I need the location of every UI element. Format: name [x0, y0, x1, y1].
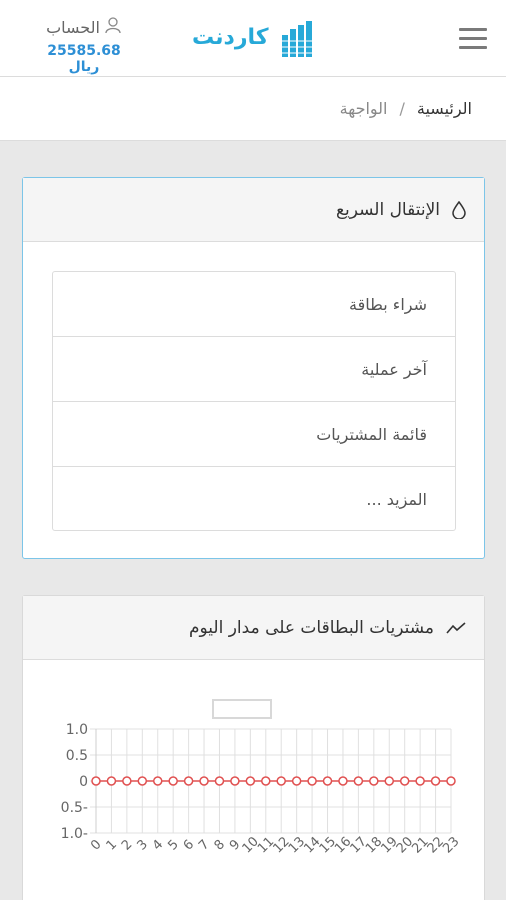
- account-label: الحساب: [46, 17, 100, 37]
- breadcrumb-current: الواجهة: [339, 99, 388, 118]
- data-point: [399, 776, 410, 786]
- logo-text: كاردنت: [192, 25, 269, 50]
- quick-nav-list: شراء بطاقة آخر عملية قائمة المشتريات الم…: [52, 271, 456, 531]
- quick-nav-item-more[interactable]: المزيد ...: [53, 467, 455, 530]
- data-point: [415, 776, 425, 786]
- data-point: [369, 776, 379, 786]
- purchases-chart-card: مشتريات البطاقات على مدار اليوم 1.0 0.5 0 0…: [22, 595, 485, 900]
- purchases-line-chart: 1.00.500.5-1.0-0123456789101112131415161…: [61, 722, 463, 857]
- breadcrumb: الرئيسية / الواجهة: [0, 77, 506, 141]
- data-point: [245, 776, 256, 786]
- x-tick-label: 5: [165, 837, 181, 853]
- data-point: [430, 776, 441, 786]
- x-tick-label: 0: [88, 837, 104, 853]
- breadcrumb-home-link[interactable]: الرئيسية: [417, 99, 472, 118]
- quick-nav-item-purchases-list[interactable]: قائمة المشتريات: [53, 402, 455, 467]
- quick-nav-item-buy-card[interactable]: شراء بطاقة: [53, 272, 455, 337]
- data-point: [261, 776, 271, 786]
- logo[interactable]: كاردنت: [192, 21, 318, 59]
- data-point: [276, 776, 286, 786]
- data-point: [214, 776, 225, 786]
- account-summary[interactable]: الحساب 25585.68 ريال: [34, 16, 134, 75]
- x-tick-label: 2: [119, 837, 135, 853]
- x-tick-label: 3: [134, 837, 150, 853]
- quick-nav-title: الإنتقال السريع: [335, 199, 440, 220]
- line-chart-icon: [446, 621, 466, 635]
- quick-nav-item-last-transaction[interactable]: آخر عملية: [53, 337, 455, 402]
- chart-card-header: مشتريات البطاقات على مدار اليوم: [23, 596, 484, 660]
- x-tick-label: 8: [212, 837, 228, 853]
- y-tick-label: 0.5-: [61, 800, 88, 816]
- droplet-icon: [452, 200, 466, 219]
- x-tick-label: 1: [104, 837, 120, 853]
- hamburger-menu-icon[interactable]: [459, 28, 487, 50]
- breadcrumb-separator: /: [399, 99, 405, 118]
- y-tick-label: 0: [79, 774, 88, 790]
- data-point: [291, 776, 302, 786]
- data-point: [353, 776, 364, 786]
- y-tick-label: 1.0: [66, 722, 88, 738]
- data-point: [183, 776, 194, 786]
- data-point: [322, 776, 333, 786]
- account-balance: 25585.68 ريال: [47, 43, 121, 75]
- chart-card-title: مشتريات البطاقات على مدار اليوم: [188, 617, 434, 638]
- x-tick-label: 6: [181, 837, 197, 853]
- quick-nav-card: الإنتقال السريع شراء بطاقة آخر عملية قائ…: [22, 177, 485, 559]
- y-tick-label: 0.5: [66, 748, 88, 764]
- user-icon: [104, 16, 122, 38]
- quick-nav-header: الإنتقال السريع: [23, 178, 484, 242]
- data-point: [152, 776, 163, 786]
- data-point: [307, 776, 317, 786]
- data-point: [384, 776, 395, 786]
- data-point: [338, 776, 348, 786]
- logo-building-icon: [280, 21, 316, 61]
- data-point: [91, 776, 101, 786]
- x-tick-label: 23: [440, 834, 462, 856]
- data-point: [230, 776, 240, 786]
- data-point: [137, 776, 148, 786]
- data-point: [106, 776, 117, 786]
- data-point: [168, 776, 178, 786]
- data-point: [122, 776, 132, 786]
- x-tick-label: 7: [196, 837, 212, 853]
- data-point: [446, 776, 456, 786]
- x-tick-label: 4: [150, 837, 166, 853]
- top-bar: الحساب 25585.68 ريال كاردنت: [0, 0, 506, 77]
- y-tick-label: 1.0-: [61, 826, 88, 842]
- data-point: [199, 776, 209, 786]
